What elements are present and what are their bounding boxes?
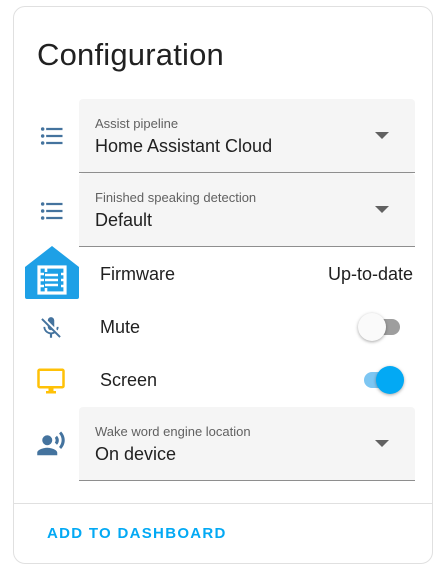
account-voice-icon: [36, 429, 66, 459]
finished-speaking-label: Finished speaking detection: [95, 190, 257, 205]
finished-speaking-value: Default: [95, 210, 153, 230]
toggle-thumb[interactable]: [376, 366, 404, 394]
mute-label: Mute: [100, 317, 141, 337]
mute-toggle[interactable]: [358, 313, 402, 341]
screen-toggle[interactable]: [358, 366, 404, 394]
wake-word-location-label: Wake word engine location: [95, 424, 251, 439]
dropdown-arrow-icon[interactable]: [375, 206, 389, 213]
wake-word-location-value: On device: [95, 444, 177, 464]
dropdown-arrow-icon[interactable]: [375, 440, 389, 447]
assist-pipeline-select[interactable]: Assist pipeline Home Assistant Cloud: [79, 99, 415, 173]
card-title: Configuration: [37, 37, 224, 72]
configuration-card: Configuration Assist pipeline Home Assis…: [13, 6, 433, 564]
format-list-bulleted-icon: [37, 196, 67, 226]
firmware-state: Up-to-date: [327, 264, 413, 284]
finished-speaking-select[interactable]: Finished speaking detection Default: [79, 173, 415, 247]
wake-word-location-select[interactable]: Wake word engine location On device: [79, 407, 415, 481]
microphone-off-icon: [36, 313, 66, 343]
assist-pipeline-label: Assist pipeline: [95, 116, 179, 131]
format-list-bulleted-icon: [37, 121, 67, 151]
toggle-thumb[interactable]: [358, 313, 386, 341]
card-actions-divider: [14, 503, 432, 504]
esphome-logo-icon: [24, 245, 80, 299]
assist-pipeline-value: Home Assistant Cloud: [95, 136, 273, 156]
firmware-label: Firmware: [100, 264, 175, 284]
monitor-icon: [36, 366, 66, 396]
screen-label: Screen: [100, 370, 158, 390]
add-to-dashboard-button[interactable]: ADD TO DASHBOARD: [47, 525, 227, 542]
dropdown-arrow-icon[interactable]: [375, 132, 389, 139]
